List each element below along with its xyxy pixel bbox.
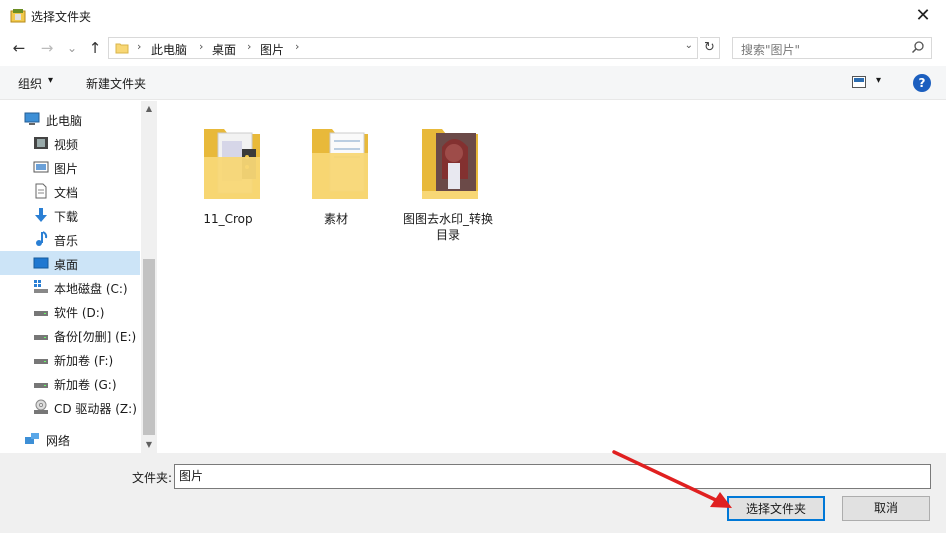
recent-locations-button[interactable]: ⌄ [63, 39, 81, 57]
sidebar-item-label: 图片 [54, 162, 79, 176]
view-options-icon[interactable] [852, 76, 866, 88]
sidebar-item-documents[interactable]: 文档 [0, 179, 140, 203]
navigation-pane: 此电脑 视频 图片 文档 下载 音乐 桌面 本地磁盘 (C:) 软件 (D:) … [0, 101, 157, 453]
app-icon [10, 9, 26, 23]
scroll-down-icon[interactable]: ▼ [141, 437, 157, 453]
folder-item[interactable]: 素材 [288, 107, 384, 237]
refresh-button[interactable]: ↻ [700, 37, 720, 59]
back-button[interactable]: ← [10, 39, 28, 57]
cancel-button[interactable]: 取消 [842, 496, 930, 521]
breadcrumb-this-pc[interactable]: 此电脑 [151, 41, 187, 58]
scroll-up-icon[interactable]: ▲ [141, 101, 157, 117]
drive-icon [34, 383, 48, 388]
desktop-icon [33, 257, 49, 269]
drive-icon [34, 335, 48, 340]
sidebar-item-label: 新加卷 (G:) [54, 378, 117, 392]
folder-name: 图图去水印_转换 [402, 212, 493, 226]
sidebar-item-desktop[interactable]: 桌面 [0, 251, 140, 275]
folder-item[interactable]: 图图去水印_转换 目录 [396, 107, 500, 242]
folder-field-label: 文件夹: [132, 471, 173, 485]
organize-button[interactable]: 组织 [18, 75, 42, 92]
window-title: 选择文件夹 [31, 10, 92, 24]
select-folder-button[interactable]: 选择文件夹 [727, 496, 825, 521]
sidebar-item-label: 新加卷 (F:) [54, 354, 114, 368]
sidebar-item-music[interactable]: 音乐 [0, 227, 140, 251]
breadcrumb-separator: › [247, 40, 252, 53]
folder-name-line2: 目录 [435, 228, 460, 242]
sidebar-item-this-pc[interactable]: 此电脑 [0, 107, 140, 131]
scroll-thumb[interactable] [143, 259, 155, 435]
folder-icon [312, 129, 368, 199]
nav-scrollbar[interactable]: ▲ ▼ [141, 101, 157, 453]
drive-icon [34, 359, 48, 364]
sidebar-item-label: 视频 [54, 138, 79, 152]
video-icon [34, 137, 48, 149]
folder-name-field[interactable]: 图片 [174, 464, 931, 489]
folder-icon [115, 43, 129, 54]
network-icon [25, 433, 39, 444]
sidebar-item-label: 桌面 [54, 258, 79, 272]
sidebar-item-label: 音乐 [54, 234, 79, 248]
drive-icon [34, 311, 48, 316]
download-icon [35, 208, 47, 222]
sidebar-item-drive-c[interactable]: 本地磁盘 (C:) [0, 275, 140, 299]
sidebar-item-videos[interactable]: 视频 [0, 131, 140, 155]
documents-icon [35, 183, 47, 199]
breadcrumb-pictures[interactable]: 图片 [260, 41, 284, 58]
help-icon[interactable]: ? [913, 74, 931, 92]
dialog-footer: 文件夹: 图片 选择文件夹 取消 [0, 453, 946, 533]
address-bar[interactable]: › 此电脑 › 桌面 › 图片 › ⌄ [108, 37, 698, 59]
up-button[interactable]: ↑ [86, 39, 104, 57]
music-icon [36, 231, 48, 246]
address-dropdown-icon[interactable]: ⌄ [685, 40, 693, 51]
search-input[interactable]: 搜索"图片" [732, 37, 932, 59]
sidebar-item-label: 下载 [54, 210, 79, 224]
sidebar-item-label: 网络 [46, 434, 71, 448]
breadcrumb-separator: › [199, 40, 204, 53]
windows-drive-icon [34, 280, 48, 293]
folder-view: 11_Crop 素材 图图去水印_转换 目录 [158, 101, 946, 453]
close-button[interactable]: ✕ [908, 2, 938, 30]
breadcrumb-desktop[interactable]: 桌面 [212, 41, 236, 58]
view-caret-icon[interactable]: ▾ [876, 75, 881, 86]
cd-drive-icon [34, 399, 48, 414]
sidebar-item-cd-drive-z[interactable]: CD 驱动器 (Z:) [0, 395, 140, 419]
sidebar-item-label: 此电脑 [46, 114, 83, 128]
folder-name: 素材 [323, 212, 348, 226]
organize-caret-icon: ▾ [48, 75, 54, 86]
sidebar-item-drive-f[interactable]: 新加卷 (F:) [0, 347, 140, 371]
sidebar-item-drive-d[interactable]: 软件 (D:) [0, 299, 140, 323]
search-placeholder: 搜索"图片" [741, 43, 801, 57]
breadcrumb-separator: › [295, 40, 300, 53]
breadcrumb-separator: › [137, 40, 142, 53]
sidebar-item-label: 备份[勿删] (E:) [54, 330, 137, 344]
sidebar-item-label: 本地磁盘 (C:) [54, 282, 128, 296]
computer-icon [24, 112, 40, 125]
sidebar-item-label: CD 驱动器 (Z:) [54, 402, 137, 416]
new-folder-button[interactable]: 新建文件夹 [86, 75, 146, 92]
sidebar-item-downloads[interactable]: 下载 [0, 203, 140, 227]
search-icon[interactable] [911, 40, 925, 54]
sidebar-item-drive-g[interactable]: 新加卷 (G:) [0, 371, 140, 395]
folder-name: 11_Crop [203, 212, 253, 226]
folder-icon [422, 129, 478, 199]
sidebar-item-label: 文档 [54, 186, 79, 200]
sidebar-item-label: 软件 (D:) [54, 306, 105, 320]
forward-button[interactable]: → [38, 39, 56, 57]
command-toolbar: 组织 ▾ 新建文件夹 ▾ ? [0, 66, 946, 100]
sidebar-item-drive-e[interactable]: 备份[勿删] (E:) [0, 323, 140, 347]
sidebar-item-network[interactable]: 网络 [0, 427, 140, 451]
folder-item[interactable]: 11_Crop [180, 107, 276, 237]
sidebar-item-pictures[interactable]: 图片 [0, 155, 140, 179]
folder-icon [204, 129, 260, 199]
title-bar: 选择文件夹 ✕ [0, 0, 946, 32]
pictures-icon [33, 161, 49, 173]
